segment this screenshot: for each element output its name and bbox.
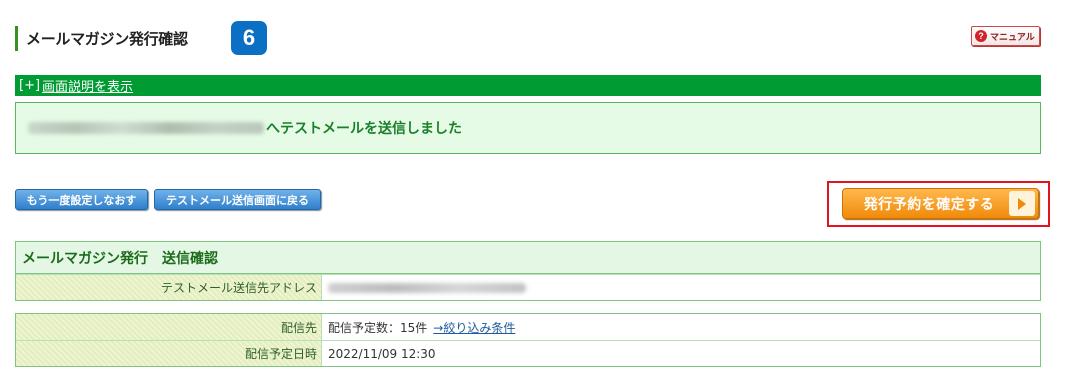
- question-icon: ?: [975, 30, 987, 42]
- delivery-target-label: 配信先: [16, 314, 322, 340]
- send-confirm-title: メールマガジン発行 送信確認: [16, 242, 1040, 274]
- manual-label: マニュアル: [990, 32, 1035, 43]
- show-description-link[interactable]: 画面説明を表示: [42, 76, 133, 95]
- delivery-panel: 配信先 配信予定数：15件 →絞り込み条件 配信予定日時 2022/11/09 …: [15, 313, 1041, 367]
- filter-conditions-link[interactable]: →絞り込み条件: [433, 319, 515, 336]
- status-message-text: へテストメールを送信しました: [266, 121, 462, 137]
- page-title-bar: メールマガジン発行確認: [15, 26, 188, 51]
- help-bar: [+] 画面説明を表示: [15, 75, 1041, 96]
- confirm-schedule-button[interactable]: 発行予約を確定する: [842, 188, 1039, 219]
- table-row: 配信先 配信予定数：15件 →絞り込み条件: [16, 314, 1040, 340]
- table-row: 配信予定日時 2022/11/09 12:30: [16, 340, 1040, 366]
- redacted-email: [28, 122, 264, 134]
- delivery-datetime-value: 2022/11/09 12:30: [328, 346, 436, 361]
- step-number-badge: 6: [231, 21, 267, 55]
- delivery-target-value: 配信予定数：15件 →絞り込み条件: [322, 314, 1040, 340]
- delivery-count: 配信予定数：15件: [328, 320, 428, 335]
- table-row: テストメール送信先アドレス: [16, 274, 1040, 300]
- page-title: メールマガジン発行確認: [26, 30, 188, 48]
- test-address-value: [322, 275, 1040, 300]
- redo-settings-button[interactable]: もう一度設定しなおす: [15, 189, 148, 210]
- redacted-address: [328, 282, 526, 293]
- test-address-label: テストメール送信先アドレス: [16, 275, 322, 300]
- status-message: へテストメールを送信しました: [15, 102, 1041, 154]
- confirm-schedule-label: 発行予約を確定する: [863, 196, 995, 213]
- manual-button[interactable]: ? マニュアル: [971, 26, 1040, 46]
- delivery-datetime-label: 配信予定日時: [16, 341, 322, 366]
- back-to-test-mail-button[interactable]: テストメール送信画面に戻る: [154, 189, 321, 210]
- arrow-right-icon: [1009, 191, 1035, 216]
- send-confirm-panel: メールマガジン発行 送信確認 テストメール送信先アドレス: [15, 241, 1041, 301]
- expand-toggle[interactable]: [+]: [19, 78, 40, 93]
